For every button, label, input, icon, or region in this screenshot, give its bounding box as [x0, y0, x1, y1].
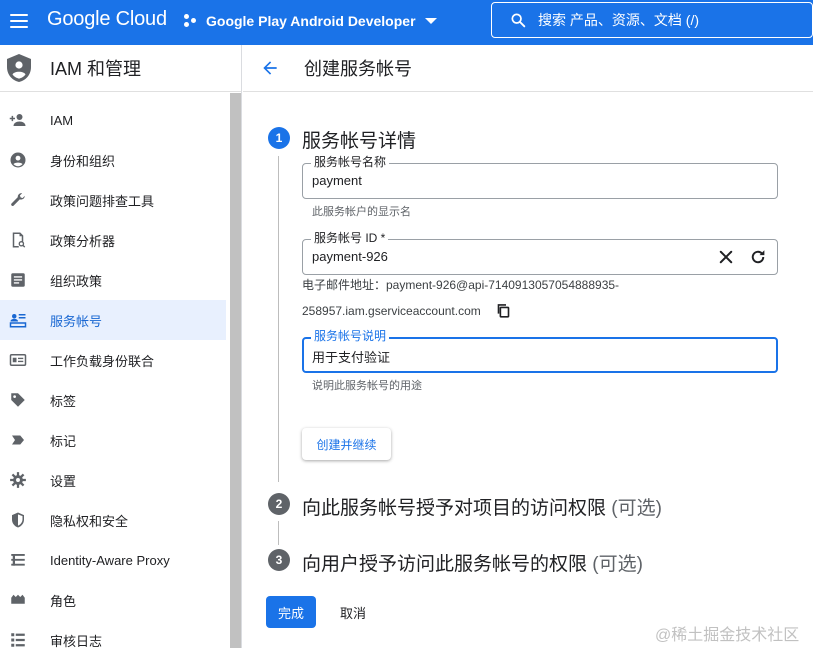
- service-account-name-label: 服务帐号名称: [311, 155, 390, 169]
- sidebar-item-label: 标签: [50, 393, 77, 409]
- sidebar-item-label: 审核日志: [50, 633, 103, 649]
- sidebar-item-iam[interactable]: IAM: [0, 100, 226, 140]
- done-button[interactable]: 完成: [266, 596, 316, 628]
- sidebar-item-label: 工作负载身份联合: [50, 353, 155, 369]
- sidebar-item-label: 设置: [50, 473, 77, 489]
- sidebar-item-label: 身份和组织: [50, 153, 116, 169]
- back-arrow-icon[interactable]: [260, 58, 280, 78]
- search-placeholder: 搜索 产品、资源、文档 (/): [538, 12, 699, 28]
- sidebar-item-labels[interactable]: 标记: [0, 420, 226, 460]
- sidebar-item-label: 政策问题排查工具: [50, 193, 155, 209]
- sidebar-item-org-policies[interactable]: 组织政策: [0, 260, 226, 300]
- sidebar-nav: IAM 身份和组织 政策问题排查工具 政策分析器 组织政策 服务帐号 工作负载身…: [0, 100, 226, 660]
- sidebar-item-label: Identity-Aware Proxy: [50, 552, 170, 568]
- email-address-line1: 电子邮件地址：payment-926@api-71409130570548889…: [302, 278, 620, 292]
- sidebar-item-label: 隐私权和安全: [50, 513, 129, 529]
- step-1-number: 1: [268, 127, 290, 149]
- service-account-id-value: payment-926: [312, 249, 388, 264]
- step-2-label: 向此服务帐号授予对项目的访问权限: [302, 498, 607, 519]
- chevron-down-icon: [424, 18, 437, 24]
- service-account-description-helper: 说明此服务帐号的用途: [312, 380, 422, 392]
- top-app-bar: Google Cloud Google Play Android Develop…: [0, 0, 813, 45]
- email-address-line2: 258957.iam.gserviceaccount.com: [302, 304, 481, 318]
- sidebar-item-roles[interactable]: 角色: [0, 580, 226, 620]
- step-3-title[interactable]: 向用户授予访问此服务帐号的权限 (可选): [302, 549, 643, 576]
- sidebar-item-label: 政策分析器: [50, 233, 116, 249]
- audit-log-icon: [8, 631, 28, 649]
- sidebar-item-label: IAM: [50, 112, 74, 128]
- step-connector: [278, 521, 279, 545]
- step-connector: [278, 156, 279, 482]
- sidebar-item-policy-analyzer[interactable]: 政策分析器: [0, 220, 226, 260]
- gear-icon: [8, 471, 28, 489]
- person-add-icon: [8, 111, 28, 129]
- sidebar-title: IAM 和管理: [50, 59, 142, 79]
- step-1-title[interactable]: 服务帐号详情: [302, 126, 416, 153]
- copy-icon[interactable]: [496, 303, 511, 318]
- sidebar-item-identity-org[interactable]: 身份和组织: [0, 140, 226, 180]
- watermark: @稀土掘金技术社区: [655, 627, 800, 644]
- wrench-icon: [8, 191, 28, 209]
- sidebar-scrollbar[interactable]: [230, 93, 241, 648]
- cancel-button[interactable]: 取消: [330, 596, 376, 628]
- proxy-icon: [8, 551, 28, 569]
- sidebar-item-label: 组织政策: [50, 273, 103, 289]
- scrollbar-thumb[interactable]: [230, 93, 241, 648]
- roles-icon: [8, 591, 28, 609]
- sidebar-item-label: 角色: [50, 593, 77, 609]
- shield-icon: [8, 511, 28, 529]
- step-2-number: 2: [268, 493, 290, 515]
- step-3-number: 3: [268, 549, 290, 571]
- service-account-description-value: 用于支付验证: [312, 350, 391, 365]
- page-header: 创建服务帐号: [243, 45, 813, 92]
- step-3-label: 向用户授予访问此服务帐号的权限: [302, 554, 588, 575]
- sidebar-item-service-accounts[interactable]: 服务帐号: [0, 300, 226, 340]
- iam-shield-icon: [7, 54, 31, 82]
- label-icon: [8, 431, 28, 449]
- sidebar-item-privacy-security[interactable]: 隐私权和安全: [0, 500, 226, 540]
- project-selector[interactable]: Google Play Android Developer: [184, 7, 437, 35]
- search-input[interactable]: 搜索 产品、资源、文档 (/): [491, 2, 813, 38]
- service-account-name-value: payment: [312, 173, 362, 188]
- sidebar-item-audit-logs[interactable]: 审核日志: [0, 620, 226, 660]
- step-3-optional: (可选): [592, 554, 643, 575]
- id-card-icon: [8, 351, 28, 369]
- sidebar-item-tags[interactable]: 标签: [0, 380, 226, 420]
- project-dots-icon: [184, 14, 198, 28]
- sidebar-item-label: 服务帐号: [50, 313, 103, 329]
- service-account-id-field[interactable]: 服务帐号 ID * payment-926: [302, 231, 778, 275]
- service-account-name-field[interactable]: 服务帐号名称 payment: [302, 155, 778, 199]
- sidebar-item-workload-identity[interactable]: 工作负载身份联合: [0, 340, 226, 380]
- sidebar-item-label: 标记: [50, 433, 77, 449]
- policy-analyzer-icon: [8, 231, 28, 249]
- menu-icon[interactable]: [8, 10, 30, 32]
- service-account-description-field[interactable]: 服务帐号说明 用于支付验证: [302, 329, 778, 373]
- create-and-continue-button[interactable]: 创建并继续: [302, 428, 391, 460]
- project-name: Google Play Android Developer: [206, 13, 416, 29]
- service-account-icon: [8, 311, 28, 329]
- step-2-optional: (可选): [611, 498, 662, 519]
- service-account-name-helper: 此服务帐户的显示名: [312, 206, 411, 218]
- search-icon: [511, 13, 526, 28]
- list-article-icon: [8, 271, 28, 289]
- sidebar-item-policy-troubleshooter[interactable]: 政策问题排查工具: [0, 180, 226, 220]
- service-account-id-label: 服务帐号 ID *: [311, 231, 389, 245]
- sidebar-item-identity-aware-proxy[interactable]: Identity-Aware Proxy: [0, 540, 226, 580]
- step-1-label: 服务帐号详情: [302, 131, 417, 152]
- service-account-description-label: 服务帐号说明: [311, 329, 390, 343]
- clear-icon[interactable]: [717, 248, 735, 266]
- step-2-title[interactable]: 向此服务帐号授予对项目的访问权限 (可选): [302, 493, 662, 520]
- page-title: 创建服务帐号: [304, 59, 412, 79]
- google-cloud-logo[interactable]: Google Cloud: [47, 8, 167, 31]
- account-circle-icon: [8, 151, 28, 169]
- sidebar: IAM 和管理 IAM 身份和组织 政策问题排查工具 政策分析器 组织政策 服务…: [0, 45, 242, 649]
- sidebar-item-settings[interactable]: 设置: [0, 460, 226, 500]
- sidebar-header: IAM 和管理: [0, 45, 241, 92]
- tag-icon: [8, 391, 28, 409]
- refresh-icon[interactable]: [749, 248, 767, 266]
